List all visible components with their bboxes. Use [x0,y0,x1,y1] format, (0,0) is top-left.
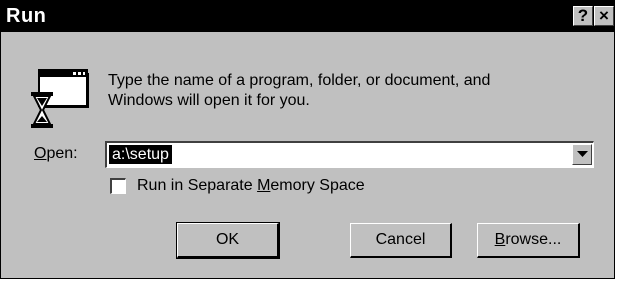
close-button[interactable]: × [594,6,614,26]
window-title: Run [6,5,47,27]
separate-memory-label[interactable]: Run in Separate Memory Space [137,176,365,196]
open-label: Open: [34,144,78,164]
chevron-down-icon [577,151,588,157]
separate-memory-label-before: Run in Separate [137,177,258,194]
open-label-text: pen: [46,145,78,162]
cancel-button[interactable]: Cancel [350,223,452,258]
prompt-line-1: Type the name of a program, folder, or d… [108,72,491,89]
ok-button[interactable]: OK [176,222,280,259]
browse-button[interactable]: Browse... [477,223,580,258]
prompt-line-2: Windows will open it for you. [108,92,310,109]
prompt-text: Type the name of a program, folder, or d… [108,71,588,111]
open-combobox[interactable]: a:\setup [105,141,594,168]
run-program-icon [31,69,89,128]
separate-memory-label-after: emory Space [270,177,365,194]
separate-memory-label-mnemonic: M [257,177,271,194]
help-button[interactable]: ? [573,6,593,26]
browse-mnemonic: B [494,231,506,248]
separate-memory-checkbox[interactable] [110,178,126,194]
dropdown-button[interactable] [572,144,592,165]
title-bar[interactable]: Run ? × [1,1,614,32]
browse-label: rowse... [505,231,562,248]
run-dialog: Run ? × Type the name of a program, fold… [0,0,615,279]
open-input[interactable]: a:\setup [109,145,172,164]
open-label-mnemonic: O [34,145,47,162]
